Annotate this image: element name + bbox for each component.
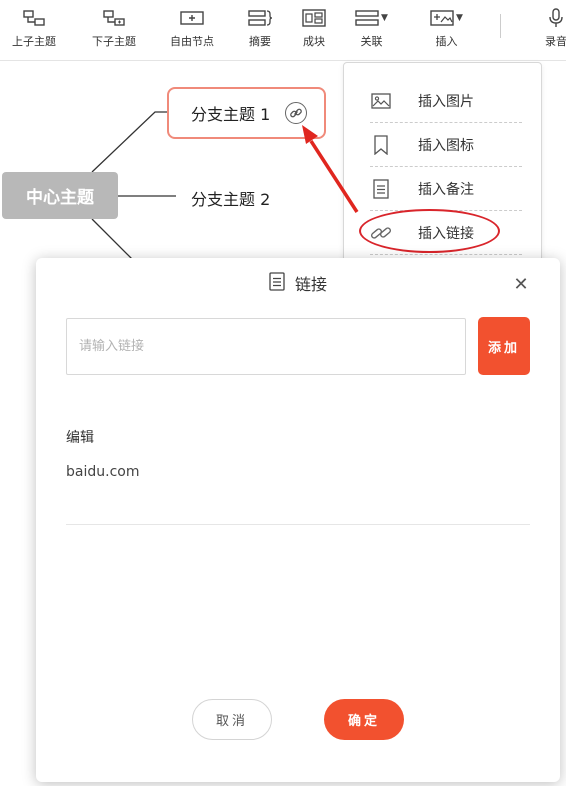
divider — [66, 524, 530, 525]
bookmark-icon — [370, 134, 392, 155]
image-icon — [370, 92, 392, 109]
link-icon[interactable] — [285, 102, 307, 124]
branch-topic-label: 分支主题 1 — [191, 105, 271, 124]
note-icon — [370, 178, 392, 199]
dialog-header: 链接 — [36, 271, 560, 295]
menu-item-insert-image[interactable]: 插入图片 — [370, 79, 522, 123]
menu-item-insert-icon[interactable]: 插入图标 — [370, 123, 522, 167]
close-icon[interactable]: ✕ — [513, 276, 529, 294]
edit-label: 编辑 — [66, 430, 94, 446]
link-dialog: 链接 ✕ 添加 编辑 baidu.com 取消 确定 — [36, 258, 560, 782]
highlight-annotation — [359, 209, 500, 253]
menu-item-insert-note[interactable]: 插入备注 — [370, 167, 522, 211]
menu-item-label: 插入图片 — [418, 93, 474, 110]
note-icon — [269, 271, 285, 295]
branch-topic-2[interactable]: 分支主题 2 — [191, 186, 270, 210]
current-link-text[interactable]: baidu.com — [66, 464, 139, 480]
link-input[interactable] — [66, 318, 466, 375]
menu-item-label: 插入图标 — [418, 137, 474, 154]
add-link-button[interactable]: 添加 — [478, 317, 530, 375]
menu-item-label: 插入备注 — [418, 181, 474, 198]
cancel-button[interactable]: 取消 — [192, 699, 272, 740]
confirm-button[interactable]: 确定 — [324, 699, 404, 740]
center-topic[interactable]: 中心主题 — [2, 172, 118, 219]
dialog-title: 链接 — [294, 275, 327, 294]
